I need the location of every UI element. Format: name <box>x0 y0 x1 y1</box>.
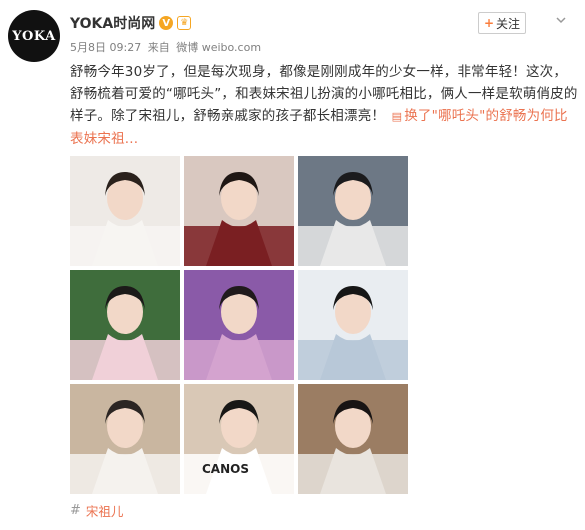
photo-1[interactable] <box>70 156 180 266</box>
avatar[interactable]: YOKA <box>8 10 60 62</box>
photo-7[interactable] <box>70 384 180 494</box>
post-date[interactable]: 5月8日 09:27 <box>70 41 141 54</box>
source-prefix: 来自 <box>147 41 170 54</box>
post-source[interactable]: 微博 weibo.com <box>176 41 261 54</box>
photo-caption-text: CANOS <box>202 462 249 476</box>
follow-button[interactable]: + 关注 <box>478 12 526 34</box>
hashtag-icon: # <box>70 503 81 518</box>
weibo-post-card: YOKA YOKA时尚网 V ♛ 5月8日 09:27 来自 微博 weibo.… <box>0 0 585 530</box>
photo-3[interactable] <box>298 156 408 266</box>
topic-label[interactable]: 宋祖儿 <box>86 501 124 520</box>
photo-8[interactable]: CANOS <box>184 384 294 494</box>
vip-icon: ♛ <box>177 16 192 30</box>
photo-9[interactable] <box>298 384 408 494</box>
username-text[interactable]: YOKA时尚网 <box>70 13 155 33</box>
photo-5[interactable] <box>184 270 294 380</box>
username[interactable]: YOKA时尚网 V ♛ <box>70 13 192 33</box>
verified-v-icon: V <box>159 16 174 30</box>
post-meta: 5月8日 09:27 来自 微博 weibo.com <box>70 39 264 55</box>
follow-label: 关注 <box>496 16 521 31</box>
photo-2[interactable] <box>184 156 294 266</box>
photo-4[interactable] <box>70 270 180 380</box>
chevron-down-icon[interactable] <box>555 14 567 26</box>
plus-icon: + <box>483 16 495 30</box>
post-text: 舒畅今年30岁了，但是每次现身，都像是刚刚成年的少女一样，非常年轻！这次，舒畅梳… <box>70 61 580 150</box>
topic-tag[interactable]: # 宋祖儿 <box>70 501 123 520</box>
article-link-icon: ▤ <box>391 110 403 123</box>
photo-6[interactable] <box>298 270 408 380</box>
